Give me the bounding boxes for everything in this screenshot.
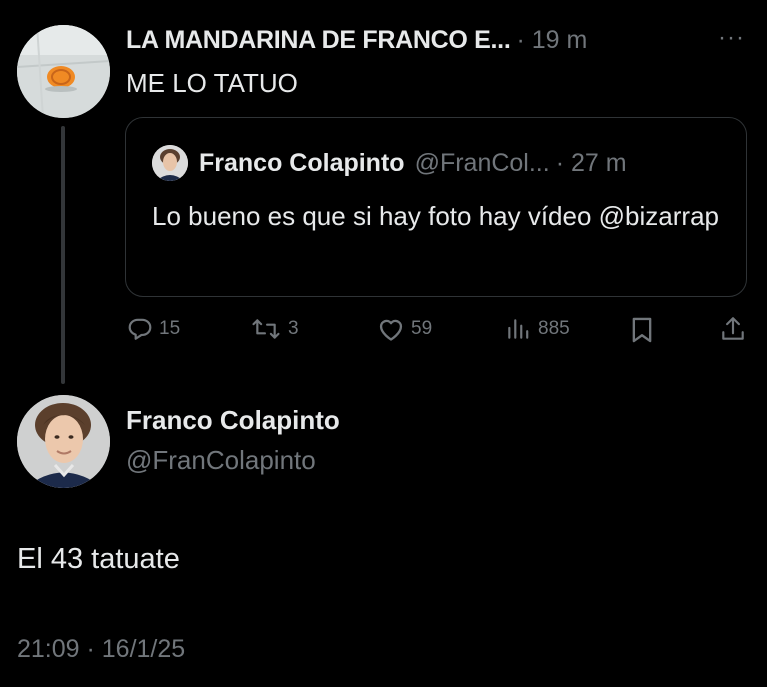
bookmark-button[interactable] xyxy=(630,316,654,344)
views-count: 885 xyxy=(538,318,570,339)
share-icon xyxy=(722,317,744,340)
quoted-author-name[interactable]: Franco Colapinto xyxy=(199,149,405,178)
quoted-author-avatar[interactable] xyxy=(152,145,188,181)
reply-icon xyxy=(128,318,152,340)
main-author-avatar[interactable] xyxy=(17,395,110,488)
retweet-count: 3 xyxy=(288,318,299,339)
retweet-icon xyxy=(252,319,280,339)
quoted-tweet-time[interactable]: · 27 m xyxy=(556,149,627,178)
tweet-author-name[interactable]: LA MANDARINA DE FRANCO E... xyxy=(126,26,511,55)
reply-button[interactable]: 15 xyxy=(127,316,180,342)
reply-count: 15 xyxy=(159,318,181,339)
tweet-header: LA MANDARINA DE FRANCO E... · 19 m xyxy=(126,26,587,55)
quoted-author-handle[interactable]: @FranCol... xyxy=(415,149,550,178)
quoted-author-avatar-image xyxy=(152,145,188,181)
main-author-avatar-image xyxy=(17,395,110,488)
heart-icon xyxy=(379,319,403,341)
quoted-tweet-text: Lo bueno es que si hay foto hay vídeo @b… xyxy=(152,201,719,231)
share-button[interactable] xyxy=(720,315,746,343)
main-tweet-text: El 43 tatuate xyxy=(17,543,180,575)
bookmark-icon xyxy=(632,317,652,343)
main-tweet-timestamp[interactable]: 21:09 · 16/1/25 xyxy=(17,635,185,664)
retweet-button[interactable]: 3 xyxy=(250,316,299,342)
tweet-text: ME LO TATUO xyxy=(126,68,298,98)
tweet-actions: 15 3 59 885 xyxy=(0,314,767,346)
tweet-time[interactable]: · 19 m xyxy=(516,26,587,55)
main-author-handle[interactable]: @FranColapinto xyxy=(126,445,316,476)
quoted-tweet-header: Franco Colapinto @FranCol... · 27 m xyxy=(199,149,627,178)
like-count: 59 xyxy=(411,318,433,339)
mandarina-avatar[interactable] xyxy=(17,25,110,118)
main-author-name[interactable]: Franco Colapinto xyxy=(126,405,340,436)
views-button[interactable]: 885 xyxy=(504,316,570,342)
like-button[interactable]: 59 xyxy=(377,316,432,342)
views-icon xyxy=(508,319,529,339)
mandarina-avatar-image xyxy=(17,25,110,118)
more-icon[interactable]: ··· xyxy=(718,24,745,52)
